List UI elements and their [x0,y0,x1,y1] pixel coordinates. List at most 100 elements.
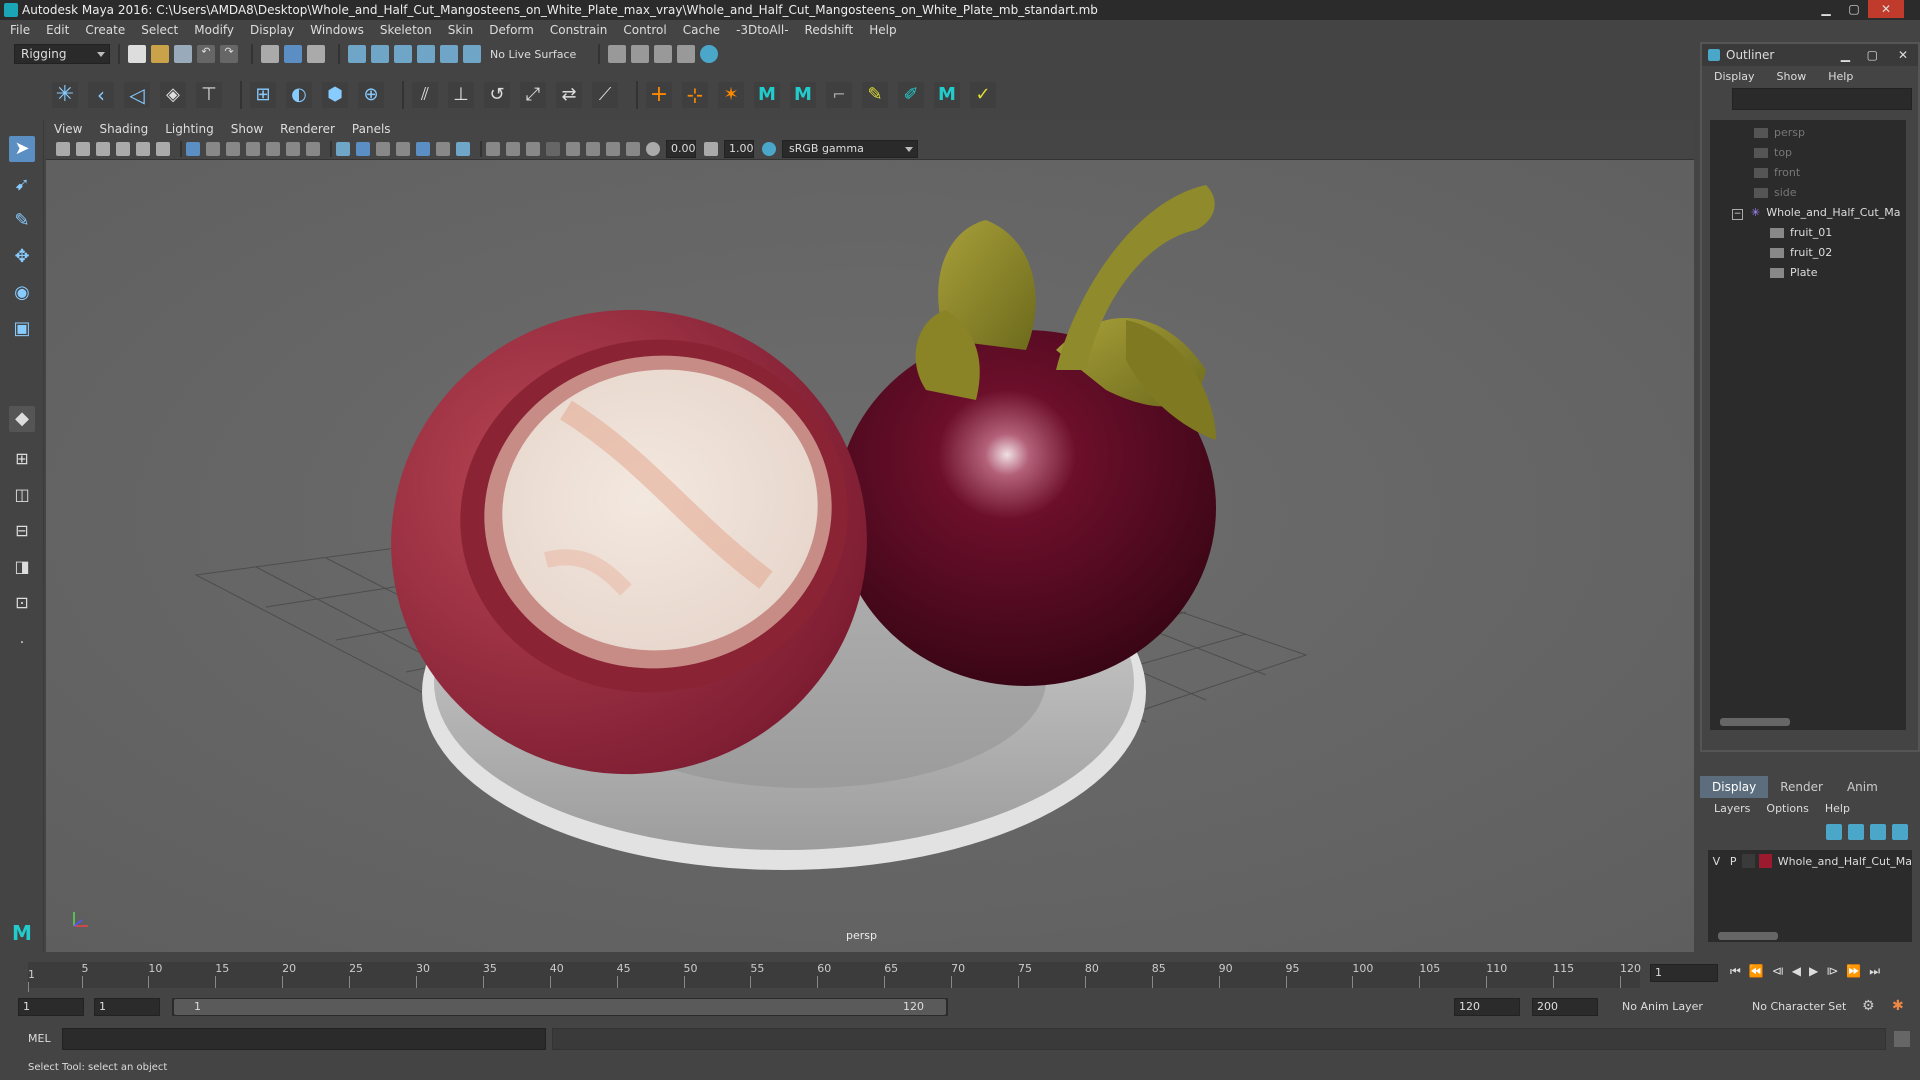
constraint-pole-icon[interactable]: ⟋ [592,82,618,108]
menu-constrain[interactable]: Constrain [550,23,608,37]
motion-blur-icon[interactable] [506,141,520,156]
minimize-icon[interactable]: ▁ [1812,0,1840,18]
lattice-icon[interactable]: ⬢ [322,82,348,108]
step-forward-key-icon[interactable]: ⏩ [1846,964,1861,979]
paint-weights-icon[interactable]: ✎ [862,82,888,108]
tree-item-front[interactable]: front [1754,164,1800,182]
anim-layer-dropdown[interactable]: No Anim Layer [1622,998,1740,1016]
tree-item-fruit-01[interactable]: fruit_01 [1770,224,1832,242]
new-layer-icon[interactable] [1870,824,1886,840]
layer-row[interactable]: V P Whole_and_Half_Cut_Ma [1708,852,1912,870]
more-layouts-icon[interactable]: · [9,630,35,656]
lasso-tool-icon[interactable]: ➹ [9,172,35,198]
layer-display-type[interactable] [1741,854,1755,868]
four-view-icon[interactable]: ⊞ [9,446,35,472]
vp-menu-panels[interactable]: Panels [352,122,391,136]
go-to-end-icon[interactable]: ⏭ [1869,964,1880,979]
select-component-icon[interactable] [307,45,325,63]
collapse-icon[interactable]: − [1732,209,1743,220]
field-chart-icon[interactable] [266,141,280,156]
cluster-icon[interactable]: ⊞ [250,82,276,108]
close-icon[interactable]: ✕ [1898,44,1908,66]
xray-components-icon[interactable] [626,141,640,156]
grease-pencil-icon[interactable] [156,141,170,156]
step-back-frame-icon[interactable]: ⧏ [1772,964,1784,979]
two-view-icon[interactable]: ◫ [9,482,35,508]
maya-m2-icon[interactable]: M [790,82,816,108]
snap-curve-icon[interactable] [371,45,389,63]
menu-skin[interactable]: Skin [448,23,474,37]
bookmark-icon[interactable] [96,141,110,156]
gate-mask-icon[interactable] [246,141,260,156]
maya-m-icon[interactable]: M [754,82,780,108]
redo-icon[interactable]: ↷ [220,45,238,63]
open-scene-icon[interactable] [151,45,169,63]
time-slider[interactable]: 1 5 10 15 20 25 30 35 40 45 50 55 60 65 70 75 80 85 90 95 1… [0,952,1920,994]
menu-display[interactable]: Display [250,23,294,37]
snap-grid-icon[interactable] [348,45,366,63]
menu-edit[interactable]: Edit [46,23,69,37]
tree-item-side[interactable]: side [1754,184,1797,202]
tab-render[interactable]: Render [1768,776,1835,798]
play-backward-icon[interactable]: ◀ [1792,964,1801,979]
menu-control[interactable]: Control [623,23,666,37]
grid-icon[interactable] [186,141,200,156]
close-icon[interactable]: ✕ [1868,0,1904,18]
2d-pan-icon[interactable] [136,141,150,156]
tree-item-plate[interactable]: Plate [1770,264,1818,282]
outliner-menu-display[interactable]: Display [1714,70,1755,83]
wrap-icon[interactable]: ⊕ [358,82,384,108]
outliner-filter-input[interactable] [1732,88,1912,110]
vp-menu-view[interactable]: View [54,122,82,136]
time-ruler[interactable]: 1 5 10 15 20 25 30 35 40 45 50 55 60 65 70 75 80 85 90 95 1… [28,962,1641,994]
snap-live-icon[interactable] [463,45,481,63]
render-frame-icon[interactable] [631,45,650,63]
xray-icon[interactable] [586,141,600,156]
command-input[interactable] [62,1028,546,1050]
end-time-field[interactable]: 200 [1532,998,1598,1016]
range-slider-handle[interactable]: 1 120 [174,999,946,1015]
hypershade-layout-icon[interactable]: ⊡ [9,590,35,616]
constraint-orient-icon[interactable]: ↺ [484,82,510,108]
keyframe-icon[interactable]: ⚙ [1862,998,1875,1014]
wireframe-icon[interactable] [336,141,350,156]
menu-windows[interactable]: Windows [310,23,364,37]
render-view-icon[interactable] [677,45,696,63]
ambient-occlusion-icon[interactable] [486,141,500,156]
vp-menu-show[interactable]: Show [231,122,263,136]
live-surface-label[interactable]: No Live Surface [490,48,576,61]
exposure-icon[interactable] [646,141,660,156]
save-scene-icon[interactable] [174,45,192,63]
menu-3dtoall[interactable]: -3DtoAll- [736,23,788,37]
image-plane-icon[interactable] [116,141,130,156]
exposure-field[interactable]: 0.00 [666,139,696,158]
vp-menu-lighting[interactable]: Lighting [165,122,214,136]
ipr-render-icon[interactable] [654,45,673,63]
menu-select[interactable]: Select [141,23,178,37]
select-hierarchy-icon[interactable] [261,45,279,63]
layer-menu-help[interactable]: Help [1825,802,1850,815]
undo-icon[interactable]: ↶ [197,45,215,63]
new-layer-selected-icon[interactable] [1892,824,1908,840]
move-tool-icon[interactable]: ✥ [9,244,35,270]
layer-visibility-toggle[interactable]: V [1708,855,1725,868]
outliner-menu-help[interactable]: Help [1828,70,1853,83]
ik-fk-icon[interactable]: ⊹ [682,82,708,108]
horizontal-scrollbar[interactable] [1720,718,1790,726]
constraint-aim-icon[interactable]: ⊥ [448,82,474,108]
default-material-icon[interactable] [376,141,390,156]
character-set-dropdown[interactable]: No Character Set [1752,998,1864,1016]
layer-playback-toggle[interactable]: P [1725,855,1742,868]
safe-title-icon[interactable] [306,141,320,156]
menu-modify[interactable]: Modify [194,23,234,37]
joint-tool-icon[interactable]: ✳ [52,82,78,108]
nonlinear-icon[interactable]: ◐ [286,82,312,108]
smooth-shade-icon[interactable] [356,141,370,156]
playback-end-field[interactable]: 120 [1454,998,1520,1016]
resolution-gate-icon[interactable] [226,141,240,156]
bind-skin-icon[interactable]: ◈ [160,82,186,108]
move-layer-down-icon[interactable] [1848,824,1864,840]
vp-menu-renderer[interactable]: Renderer [280,122,335,136]
bracket-icon[interactable]: ⌐ [826,82,852,108]
layer-menu-options[interactable]: Options [1766,802,1808,815]
